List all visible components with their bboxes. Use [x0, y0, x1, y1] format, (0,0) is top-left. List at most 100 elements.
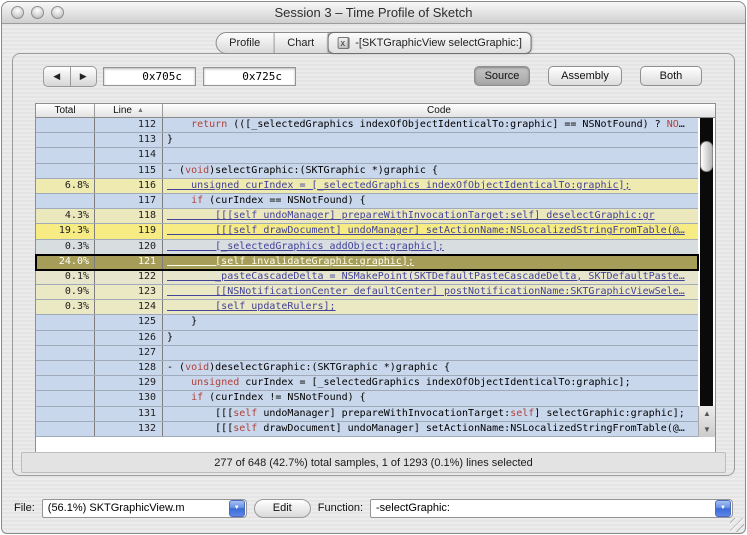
scrollbar-thumb[interactable]	[700, 141, 713, 172]
table-row[interactable]: 117 if (curIndex == NSNotFound) {	[36, 193, 698, 210]
code-cell[interactable]: [[[self drawDocument] undoManager] setAc…	[163, 224, 698, 238]
code-table: Total Line ▲ Code 112 return (([_selecte…	[35, 103, 716, 459]
table-row[interactable]: 24.0% 121 [self invalidateGraphic:graphic…	[35, 253, 699, 271]
table-row[interactable]: 4.3% 118 [[[self undoManager] prepareWith…	[36, 209, 698, 225]
total-percent-cell: 0.3%	[36, 239, 95, 254]
table-row[interactable]: 0.3% 120 [_selectedGraphics addObject:gra…	[36, 239, 698, 255]
function-dropdown-value: -selectGraphic:	[376, 502, 450, 514]
status-bar: 277 of 648 (42.7%) total samples, 1 of 1…	[21, 452, 726, 473]
file-dropdown-arrow-icon[interactable]: ▼	[228, 499, 245, 517]
table-row[interactable]: 125 }	[36, 315, 698, 331]
table-row[interactable]: 130 if (curIndex != NSNotFound) {	[36, 391, 698, 407]
scroll-down-arrow-icon[interactable]: ▼	[699, 422, 715, 438]
table-row[interactable]: 131 [[[self undoManager] prepareWithInvo…	[36, 406, 698, 422]
line-number-cell: 114	[95, 148, 163, 163]
column-header-line[interactable]: Line ▲	[95, 104, 163, 117]
table-row[interactable]: 128 - (void)deselectGraphic:(SKTGraphic *…	[36, 361, 698, 377]
code-cell[interactable]: unsigned curIndex = [_selectedGraphics i…	[163, 179, 698, 193]
both-view-button[interactable]: Both	[640, 66, 702, 86]
table-row[interactable]: 114	[36, 148, 698, 164]
table-row[interactable]: 6.8% 116 unsigned curIndex = [_selectedGr…	[36, 178, 698, 194]
scroll-up-arrow-icon[interactable]: ▲	[699, 406, 715, 422]
tab-selected-function[interactable]: x -[SKTGraphicView selectGraphic:]	[327, 32, 532, 54]
assembly-view-button[interactable]: Assembly	[548, 66, 622, 86]
total-percent-cell	[36, 148, 95, 163]
tab-function-label: -[SKTGraphicView selectGraphic:]	[355, 37, 522, 49]
back-button[interactable]: ◀	[44, 67, 71, 86]
total-percent-cell: 24.0%	[36, 254, 95, 269]
total-percent-cell: 0.1%	[36, 269, 95, 285]
zoom-button[interactable]	[51, 6, 64, 19]
source-view-button[interactable]: Source	[474, 66, 530, 86]
line-number-cell: 119	[95, 224, 163, 239]
line-number-cell: 125	[95, 315, 163, 330]
window-title: Session 3 – Time Profile of Sketch	[274, 5, 473, 20]
code-cell[interactable]: [self updateRulers];	[163, 300, 698, 314]
code-cell[interactable]: [[NSNotificationCenter defaultCenter] po…	[163, 285, 698, 299]
line-number-cell: 115	[95, 163, 163, 178]
table-row[interactable]: 127	[36, 345, 698, 361]
column-header-code[interactable]: Code	[163, 104, 715, 117]
line-number-cell: 129	[95, 376, 163, 391]
tab-strip: Profile Chart x -[SKTGraphicView selectG…	[215, 32, 532, 54]
code-cell: if (curIndex != NSNotFound) {	[191, 392, 366, 404]
total-percent-cell	[36, 133, 95, 148]
table-row[interactable]: 112 return (([_selectedGraphics indexOfO…	[36, 118, 698, 134]
code-rows: 112 return (([_selectedGraphics indexOfO…	[35, 118, 699, 437]
total-percent-cell	[36, 163, 95, 178]
table-row[interactable]: 129 unsigned curIndex = [_selectedGraphi…	[36, 376, 698, 392]
table-row[interactable]: 0.3% 124 [self updateRulers];	[36, 300, 698, 316]
footer-bar: File: (56.1%) SKTGraphicView.m ▼ Edit Fu…	[14, 498, 733, 518]
column-header-total[interactable]: Total	[36, 104, 95, 117]
function-dropdown[interactable]: -selectGraphic: ▼	[370, 498, 733, 518]
back-arrow-icon: ◀	[53, 71, 61, 81]
close-button[interactable]	[11, 6, 24, 19]
forward-button[interactable]: ▶	[71, 67, 97, 86]
total-percent-cell: 19.3%	[36, 224, 95, 239]
table-row[interactable]: 115 - (void)selectGraphic:(SKTGraphic *)g…	[36, 163, 698, 179]
total-percent-cell: 4.3%	[36, 209, 95, 224]
table-row[interactable]: 19.3% 119 [[[self drawDocument] undoManag…	[36, 224, 698, 240]
code-cell[interactable]: [[[self undoManager] prepareWithInvocati…	[163, 209, 698, 223]
edit-button[interactable]: Edit	[253, 498, 311, 518]
tab-profile-label: Profile	[229, 37, 261, 49]
tab-chart-label: Chart	[287, 37, 315, 49]
address-start-field[interactable]	[103, 67, 196, 86]
tab-profile[interactable]: Profile	[216, 33, 275, 53]
function-dropdown-arrow-icon[interactable]: ▼	[715, 499, 731, 517]
file-dropdown[interactable]: (56.1%) SKTGraphicView.m ▼	[41, 498, 247, 518]
table-row[interactable]: 0.1% 122 _pasteCascadeDelta = NSMakePoint…	[36, 269, 698, 286]
minimize-button[interactable]	[31, 6, 44, 19]
title-bar[interactable]: Session 3 – Time Profile of Sketch	[2, 2, 745, 24]
line-number-cell: 113	[95, 133, 163, 148]
vertical-scrollbar[interactable]: ▲ ▼	[698, 118, 715, 437]
history-nav: ◀ ▶	[43, 66, 97, 87]
tab-close-icon[interactable]: x	[337, 37, 350, 49]
file-dropdown-value: (56.1%) SKTGraphicView.m	[47, 502, 185, 514]
scrollbar-track[interactable]	[700, 118, 713, 406]
sort-ascending-icon: ▲	[136, 107, 144, 114]
code-cell	[163, 148, 698, 162]
tab-chart[interactable]: Chart	[274, 33, 329, 53]
total-percent-cell	[36, 361, 95, 376]
code-cell[interactable]: [_selectedGraphics addObject:graphic];	[163, 240, 698, 254]
code-cell[interactable]: [self invalidateGraphic:graphic];	[163, 255, 698, 269]
code-cell: }	[167, 316, 198, 328]
resize-grip[interactable]	[730, 518, 744, 532]
app-window: Session 3 – Time Profile of Sketch Profi…	[1, 1, 746, 534]
code-cell[interactable]: _pasteCascadeDelta = NSMakePoint(SKTDefa…	[163, 270, 698, 284]
address-end-field[interactable]	[203, 67, 296, 86]
code-cell: - (void)selectGraphic:(SKTGraphic *)grap…	[167, 164, 438, 176]
code-cell: unsigned curIndex = [_selectedGraphics i…	[191, 377, 631, 389]
total-percent-cell	[36, 376, 95, 391]
table-row[interactable]: 113}	[36, 133, 698, 149]
table-row[interactable]: 0.9% 123 [[NSNotificationCenter defaultCe…	[36, 285, 698, 301]
table-row[interactable]: 132 [[[self drawDocument] undoManager] s…	[36, 421, 698, 437]
file-label: File:	[14, 502, 35, 514]
table-row[interactable]: 126}	[36, 330, 698, 346]
total-percent-cell	[36, 118, 95, 133]
total-percent-cell	[36, 315, 95, 330]
line-number-cell: 116	[95, 178, 163, 193]
code-cell: }	[167, 134, 174, 146]
status-text: 277 of 648 (42.7%) total samples, 1 of 1…	[214, 456, 533, 469]
